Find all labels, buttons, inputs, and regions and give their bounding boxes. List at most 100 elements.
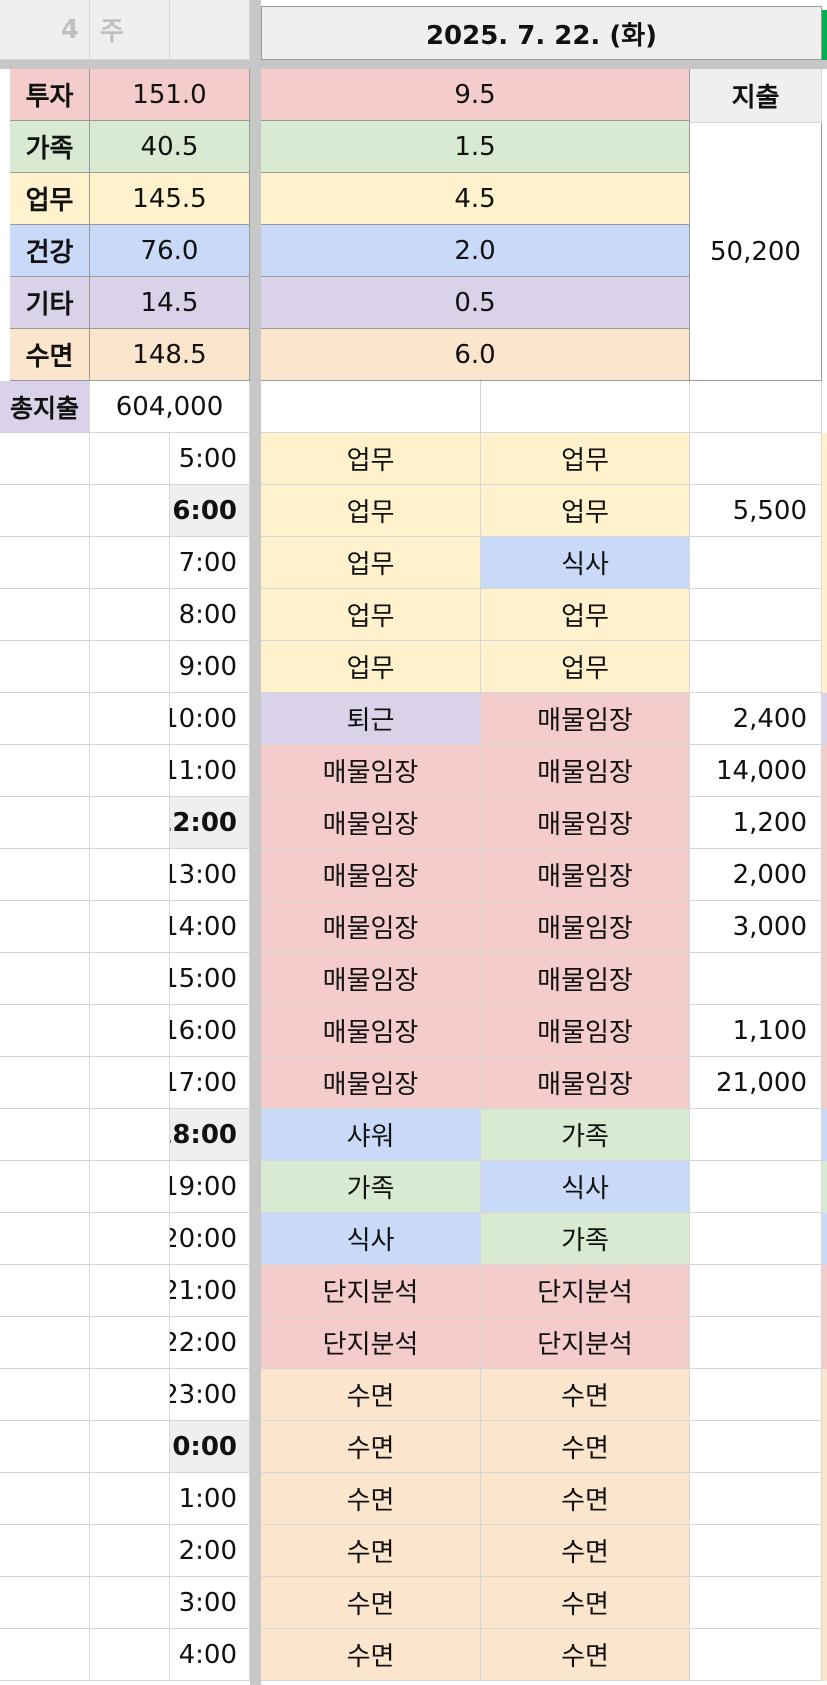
time-cell[interactable]: 4:00	[170, 1629, 250, 1681]
blank-cell[interactable]	[0, 1265, 90, 1317]
blank-cell[interactable]	[0, 953, 90, 1005]
activity-slot-b[interactable]: 수면	[481, 1421, 690, 1473]
category-day-value-cell[interactable]: 1.5	[261, 121, 690, 173]
activity-slot-a[interactable]: 수면	[261, 1577, 481, 1629]
blank-cell[interactable]	[481, 381, 690, 433]
activity-slot-a[interactable]: 매물임장	[261, 901, 481, 953]
total-expense-label[interactable]: 총지출	[0, 381, 90, 433]
blank-cell[interactable]	[0, 1057, 90, 1109]
category-day-value-cell[interactable]: 9.5	[261, 69, 690, 121]
time-cell[interactable]: 16:00	[170, 1005, 250, 1057]
blank-cell[interactable]	[90, 797, 170, 849]
blank-cell[interactable]	[90, 849, 170, 901]
activity-slot-b[interactable]: 수면	[481, 1525, 690, 1577]
category-day-value-cell[interactable]: 6.0	[261, 329, 690, 381]
hourly-expense-cell[interactable]: 5,500	[690, 485, 822, 537]
time-cell[interactable]: 15:00	[170, 953, 250, 1005]
activity-slot-a[interactable]: 식사	[261, 1213, 481, 1265]
activity-slot-a[interactable]: 업무	[261, 589, 481, 641]
frozen-column-divider[interactable]	[250, 0, 261, 1685]
blank-cell[interactable]	[90, 589, 170, 641]
blank-cell[interactable]	[0, 589, 90, 641]
activity-slot-a[interactable]: 매물임장	[261, 797, 481, 849]
blank-cell[interactable]	[90, 1577, 170, 1629]
activity-slot-b[interactable]: 매물임장	[481, 797, 690, 849]
blank-cell[interactable]	[90, 901, 170, 953]
hourly-expense-cell[interactable]	[690, 1369, 822, 1421]
time-cell[interactable]: 14:00	[170, 901, 250, 953]
category-total-cell[interactable]: 14.5	[90, 277, 250, 329]
blank-cell[interactable]	[0, 1317, 90, 1369]
blank-cell[interactable]	[690, 381, 822, 433]
category-label-cell[interactable]: 수면	[10, 329, 90, 381]
blank-cell[interactable]	[90, 1265, 170, 1317]
time-cell[interactable]: 6:00	[170, 485, 250, 537]
activity-slot-b[interactable]: 업무	[481, 589, 690, 641]
blank-cell[interactable]	[90, 1317, 170, 1369]
blank-cell[interactable]	[0, 1421, 90, 1473]
blank-cell[interactable]	[90, 1109, 170, 1161]
time-cell[interactable]: 22:00	[170, 1317, 250, 1369]
activity-slot-a[interactable]: 단지분석	[261, 1317, 481, 1369]
time-cell[interactable]: 2:00	[170, 1525, 250, 1577]
header-empty-cell[interactable]	[170, 0, 250, 60]
hourly-expense-cell[interactable]: 3,000	[690, 901, 822, 953]
blank-cell[interactable]	[0, 797, 90, 849]
time-cell[interactable]: 13:00	[170, 849, 250, 901]
hourly-expense-cell[interactable]: 2,000	[690, 849, 822, 901]
hourly-expense-cell[interactable]	[690, 537, 822, 589]
blank-cell[interactable]	[0, 485, 90, 537]
activity-slot-b[interactable]: 식사	[481, 537, 690, 589]
activity-slot-b[interactable]: 매물임장	[481, 1057, 690, 1109]
hourly-expense-cell[interactable]	[690, 589, 822, 641]
time-cell[interactable]: 18:00	[170, 1109, 250, 1161]
activity-slot-b[interactable]: 수면	[481, 1629, 690, 1681]
blank-cell[interactable]	[90, 693, 170, 745]
date-header-cell[interactable]: 2025. 7. 22. (화)	[261, 6, 822, 60]
blank-cell[interactable]	[0, 641, 90, 693]
time-cell[interactable]: 10:00	[170, 693, 250, 745]
blank-cell[interactable]	[0, 433, 90, 485]
activity-slot-a[interactable]: 매물임장	[261, 1005, 481, 1057]
activity-slot-b[interactable]: 식사	[481, 1161, 690, 1213]
activity-slot-a[interactable]: 수면	[261, 1473, 481, 1525]
blank-cell[interactable]	[0, 849, 90, 901]
blank-cell[interactable]	[90, 953, 170, 1005]
time-cell[interactable]: 9:00	[170, 641, 250, 693]
blank-cell[interactable]	[0, 1577, 90, 1629]
blank-cell[interactable]	[90, 485, 170, 537]
blank-cell[interactable]	[0, 1213, 90, 1265]
hourly-expense-cell[interactable]	[690, 1317, 822, 1369]
activity-slot-b[interactable]: 가족	[481, 1213, 690, 1265]
activity-slot-b[interactable]: 수면	[481, 1577, 690, 1629]
activity-slot-a[interactable]: 업무	[261, 485, 481, 537]
hourly-expense-cell[interactable]: 1,100	[690, 1005, 822, 1057]
category-total-cell[interactable]: 145.5	[90, 173, 250, 225]
hourly-expense-cell[interactable]	[690, 641, 822, 693]
activity-slot-a[interactable]: 매물임장	[261, 849, 481, 901]
blank-cell[interactable]	[261, 381, 481, 433]
activity-slot-b[interactable]: 단지분석	[481, 1317, 690, 1369]
hourly-expense-cell[interactable]	[690, 1213, 822, 1265]
time-cell[interactable]: 1:00	[170, 1473, 250, 1525]
blank-cell[interactable]	[0, 1473, 90, 1525]
time-cell[interactable]: 12:00	[170, 797, 250, 849]
hourly-expense-cell[interactable]	[690, 1109, 822, 1161]
category-total-cell[interactable]: 40.5	[90, 121, 250, 173]
blank-cell[interactable]	[0, 1369, 90, 1421]
blank-cell[interactable]	[0, 693, 90, 745]
blank-cell[interactable]	[0, 1629, 90, 1681]
activity-slot-b[interactable]: 업무	[481, 485, 690, 537]
time-cell[interactable]: 0:00	[170, 1421, 250, 1473]
hourly-expense-cell[interactable]	[690, 953, 822, 1005]
category-day-value-cell[interactable]: 0.5	[261, 277, 690, 329]
category-day-value-cell[interactable]: 4.5	[261, 173, 690, 225]
blank-cell[interactable]	[0, 1109, 90, 1161]
time-cell[interactable]: 5:00	[170, 433, 250, 485]
hourly-expense-cell[interactable]	[690, 1265, 822, 1317]
hourly-expense-cell[interactable]	[690, 1421, 822, 1473]
blank-cell[interactable]	[90, 1525, 170, 1577]
time-cell[interactable]: 7:00	[170, 537, 250, 589]
activity-slot-a[interactable]: 매물임장	[261, 1057, 481, 1109]
hourly-expense-cell[interactable]: 1,200	[690, 797, 822, 849]
